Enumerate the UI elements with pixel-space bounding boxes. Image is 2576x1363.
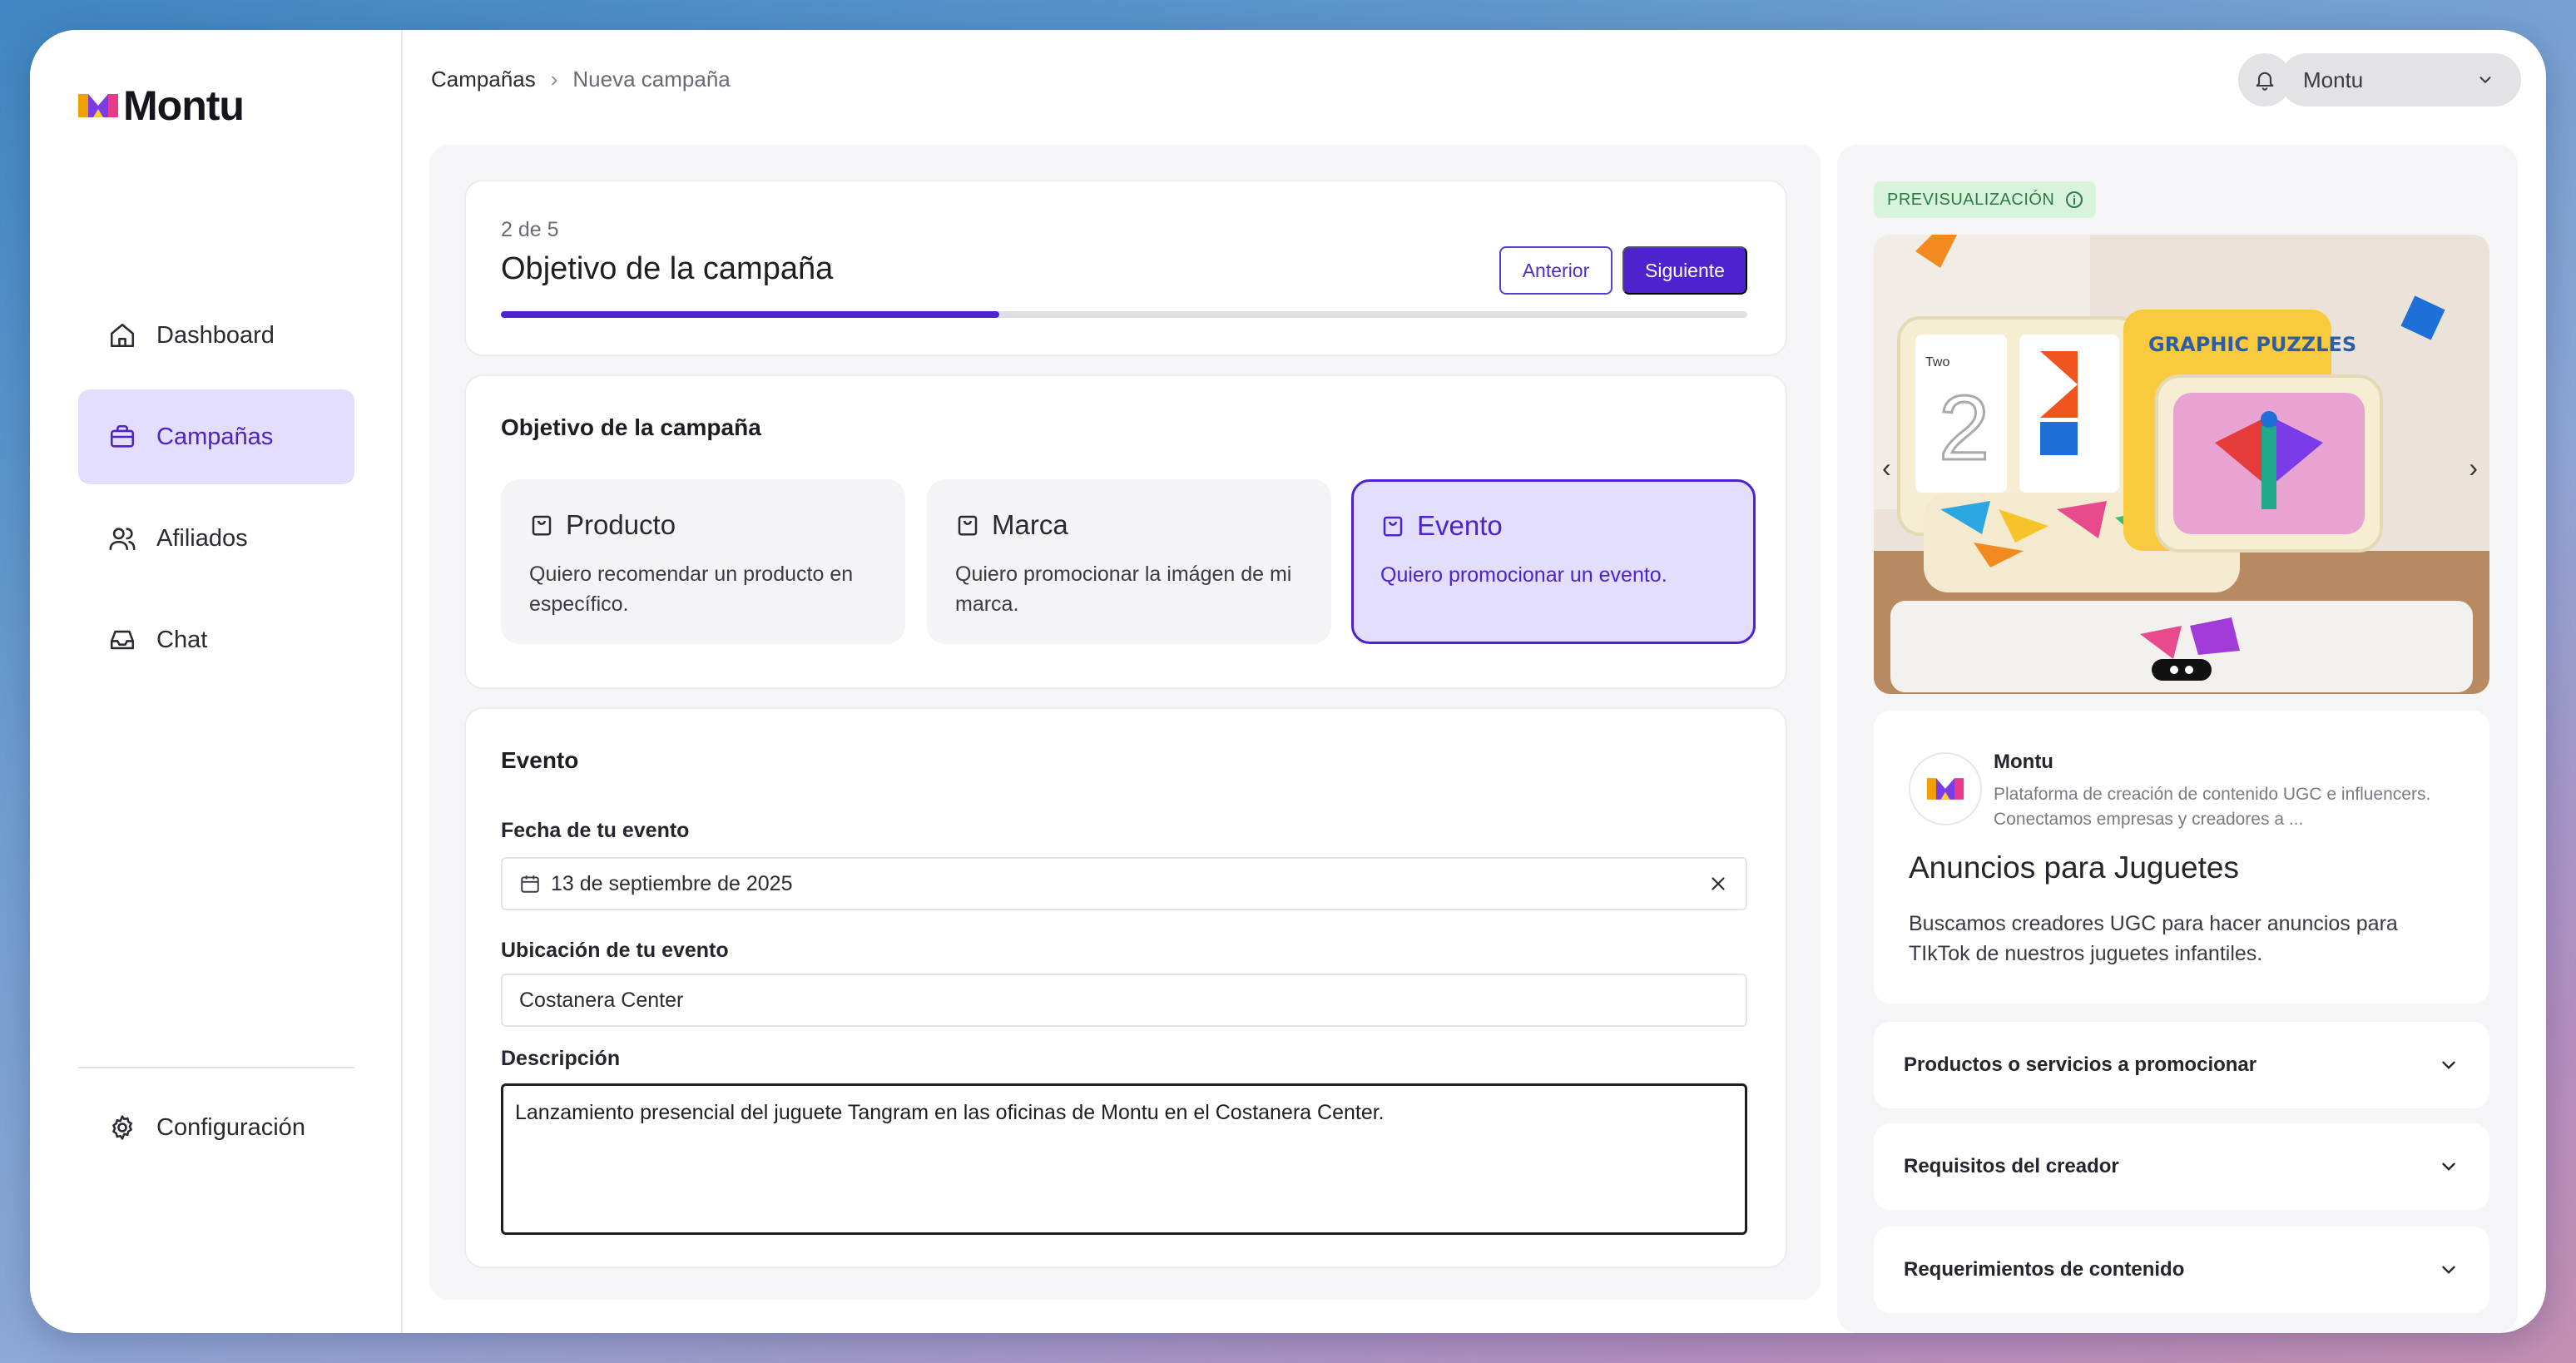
- step-progress-fill: [501, 311, 1000, 318]
- image-text-puzzles: GRAPHIC PUZZLES: [2148, 333, 2356, 356]
- accordion-content-requirements[interactable]: Requerimientos de contenido: [1874, 1227, 2489, 1313]
- step-progress-bar: [501, 311, 1747, 318]
- brand-description: Plataforma de creación de contenido UGC …: [1994, 785, 2431, 829]
- event-card: Evento Fecha de tu evento 13 de septiemb…: [464, 707, 1787, 1268]
- sidebar-config: Configuración: [78, 1080, 354, 1182]
- inbox-icon: [110, 630, 135, 650]
- logo-text: Montu: [123, 82, 245, 129]
- breadcrumb: Campañas › Nueva campaña: [431, 67, 731, 92]
- avatar: [1909, 752, 1982, 825]
- campaign-form-panel: 2 de 5 Objetivo de la campaña Anterior S…: [429, 145, 1821, 1300]
- sidebar-item-label: Configuración: [156, 1113, 305, 1141]
- event-section-title: Evento: [501, 747, 579, 773]
- step-count: 2 de 5: [501, 218, 559, 241]
- step-title: Objetivo de la campaña: [501, 251, 834, 286]
- bell-icon: [2256, 72, 2274, 91]
- info-icon[interactable]: [2064, 190, 2084, 210]
- shopping-bag-icon: [532, 515, 552, 536]
- next-button[interactable]: Siguiente: [1622, 246, 1747, 295]
- montu-logo-icon: [78, 94, 118, 117]
- location-input[interactable]: Costanera Center: [501, 974, 1747, 1027]
- accordion-label: Requisitos del creador: [1904, 1155, 2119, 1177]
- sidebar-item-label: Chat: [156, 626, 208, 653]
- preview-badge: PREVISUALIZACIÓN: [1874, 181, 2097, 218]
- sidebar-item-campaigns[interactable]: Campañas: [78, 389, 354, 484]
- option-description: Quiero promocionar un evento.: [1380, 563, 1667, 587]
- calendar-icon: [521, 875, 539, 893]
- sidebar-item-label: Dashboard: [156, 321, 275, 349]
- option-description: Quiero promocionar la imágen de mi marca…: [955, 563, 1292, 616]
- date-value: 13 de septiembre de 2025: [551, 871, 793, 895]
- location-value: Costanera Center: [519, 988, 684, 1012]
- preview-badge-label: PREVISUALIZACIÓN: [1887, 190, 2055, 209]
- account-select[interactable]: Montu: [2280, 53, 2521, 107]
- chevron-down-icon: [2442, 1162, 2455, 1171]
- chevron-down-icon: [2442, 1266, 2455, 1274]
- shopping-bag-icon: [958, 515, 978, 536]
- objective-option-event[interactable]: Evento Quiero promocionar un evento.: [1351, 479, 1756, 644]
- sidebar-item-settings[interactable]: Configuración: [78, 1080, 354, 1175]
- chevron-down-icon: [2442, 1061, 2455, 1069]
- accordion-products[interactable]: Productos o servicios a promocionar: [1874, 1022, 2489, 1108]
- sidebar-item-chat[interactable]: Chat: [78, 592, 354, 687]
- description-label: Descripción: [501, 1047, 621, 1070]
- brand-name: Montu: [1994, 751, 2053, 773]
- close-icon[interactable]: [1707, 873, 1729, 895]
- campaign-preview-card: Montu Plataforma de creación de contenid…: [1874, 711, 2489, 1004]
- shopping-bag-icon: [1383, 516, 1403, 537]
- accordion-creator-requirements[interactable]: Requisitos del creador: [1874, 1123, 2489, 1210]
- app-window: Montu Dashboard Campañas Afiliados Chat …: [30, 30, 2546, 1333]
- sidebar-item-dashboard[interactable]: Dashboard: [78, 288, 354, 383]
- option-label: Marca: [992, 509, 1068, 540]
- date-field[interactable]: 13 de septiembre de 2025: [501, 857, 1747, 910]
- accordion-label: Productos o servicios a promocionar: [1904, 1053, 2257, 1076]
- preview-image-carousel[interactable]: Two 2 GRAPHIC PUZZLES ‹ ›: [1874, 235, 2489, 694]
- topbar: Campañas › Nueva campaña Montu: [403, 30, 2546, 130]
- svg-text:2: 2: [1939, 377, 1989, 479]
- carousel-prev-arrow[interactable]: ‹: [1882, 453, 1891, 483]
- carousel-next-arrow[interactable]: ›: [2469, 453, 2478, 483]
- campaign-description: Buscamos creadores UGC para hacer anunci…: [1909, 912, 2398, 965]
- option-label: Producto: [566, 509, 676, 540]
- previous-button[interactable]: Anterior: [1499, 246, 1612, 295]
- sidebar: Montu Dashboard Campañas Afiliados Chat …: [30, 30, 403, 1333]
- location-label: Ubicación de tu evento: [501, 939, 729, 962]
- preview-panel: PREVISUALIZACIÓN Two 2 GRAPHIC PUZZLES ‹…: [1837, 145, 2518, 1333]
- sidebar-nav: Dashboard Campañas Afiliados Chat: [78, 288, 354, 694]
- chevron-down-icon: [2479, 77, 2491, 84]
- accordion-label: Requerimientos de contenido: [1904, 1258, 2185, 1281]
- description-textarea[interactable]: Lanzamiento presencial del juguete Tangr…: [501, 1083, 1747, 1235]
- carousel-dots[interactable]: [2152, 659, 2212, 681]
- toy-product-image: Two 2 GRAPHIC PUZZLES: [1874, 235, 2489, 694]
- briefcase-icon: [110, 424, 135, 448]
- breadcrumb-campaigns[interactable]: Campañas: [431, 67, 536, 92]
- option-label: Evento: [1417, 510, 1503, 541]
- sidebar-item-label: Afiliados: [156, 524, 248, 552]
- option-description: Quiero recomendar un producto en específ…: [529, 563, 854, 616]
- chevron-right-icon: ›: [550, 67, 558, 92]
- users-icon: [109, 528, 136, 551]
- objective-option-product[interactable]: Producto Quiero recomendar un producto e…: [501, 479, 905, 644]
- step-header-card: 2 de 5 Objetivo de la campaña Anterior S…: [464, 180, 1787, 356]
- account-label: Montu: [2303, 67, 2364, 92]
- home-icon: [110, 323, 135, 348]
- logo[interactable]: Montu: [77, 82, 245, 130]
- sidebar-item-label: Campañas: [156, 423, 274, 450]
- date-label: Fecha de tu evento: [501, 819, 690, 842]
- sidebar-divider: [78, 1067, 354, 1068]
- campaign-title: Anuncios para Juguetes: [1909, 850, 2239, 885]
- breadcrumb-new-campaign: Nueva campaña: [572, 67, 731, 92]
- gear-icon: [112, 1115, 132, 1140]
- objective-section-title: Objetivo de la campaña: [501, 414, 761, 440]
- objective-option-brand[interactable]: Marca Quiero promocionar la imágen de mi…: [927, 479, 1331, 644]
- objective-card: Objetivo de la campaña Producto Quiero r…: [464, 374, 1787, 689]
- sidebar-item-affiliates[interactable]: Afiliados: [78, 491, 354, 586]
- image-text-two: Two: [1925, 355, 1949, 369]
- montu-logo-icon: [1926, 778, 1964, 800]
